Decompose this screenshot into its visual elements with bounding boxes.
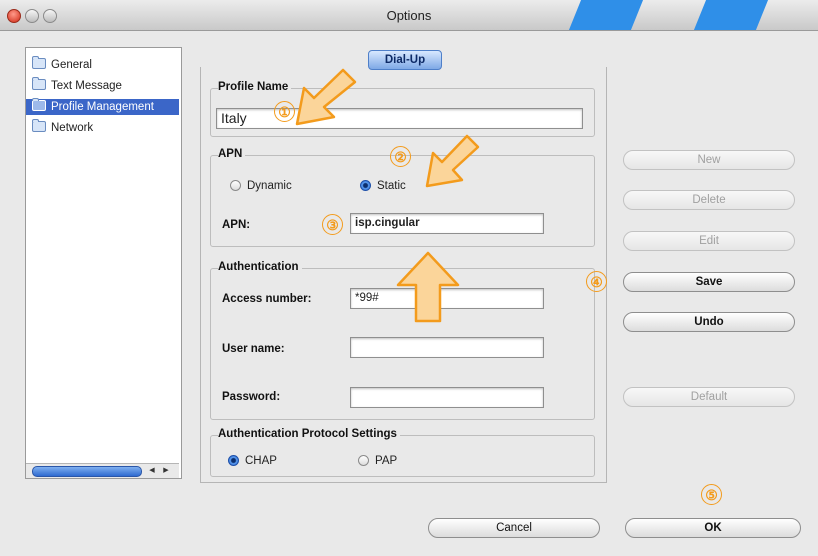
- radio-on-icon: [228, 455, 239, 466]
- edit-button[interactable]: Edit: [623, 231, 795, 251]
- sidebar-item-general[interactable]: General: [26, 56, 179, 73]
- protocol-group-label: Authentication Protocol Settings: [218, 428, 400, 440]
- user-name-label: User name:: [222, 343, 285, 355]
- scroll-right-arrow-icon[interactable]: ▶: [161, 465, 171, 476]
- annotation-marker-2: ②: [390, 146, 411, 167]
- folder-icon: [32, 77, 46, 90]
- annotation-marker-5: ⑤: [701, 484, 722, 505]
- sidebar-item-label: Text Message: [51, 80, 122, 92]
- pap-radio[interactable]: PAP: [358, 455, 397, 467]
- access-number-label: Access number:: [222, 293, 312, 305]
- profile-name-input[interactable]: Italy: [216, 108, 583, 129]
- title-bar: Options: [0, 0, 818, 31]
- chap-radio[interactable]: CHAP: [228, 455, 277, 467]
- title-stripe-decoration: [693, 0, 769, 30]
- tab-dial-up[interactable]: Dial-Up: [368, 50, 442, 70]
- folder-icon: [32, 119, 46, 132]
- password-label: Password:: [222, 391, 281, 403]
- annotation-arrow-icon: [425, 134, 480, 188]
- options-window: Options General Text Message Profile Man…: [0, 0, 818, 556]
- sidebar-item-network[interactable]: Network: [26, 119, 179, 136]
- default-button[interactable]: Default: [623, 387, 795, 407]
- folder-icon: [32, 56, 46, 69]
- scrollbar-thumb[interactable]: [32, 466, 142, 477]
- ok-button[interactable]: OK: [625, 518, 801, 538]
- undo-button[interactable]: Undo: [623, 312, 795, 332]
- annotation-arrow-icon: [396, 251, 460, 323]
- radio-label: Static: [377, 180, 406, 192]
- new-button[interactable]: New: [623, 150, 795, 170]
- title-stripe-decoration: [568, 0, 644, 30]
- cancel-button[interactable]: Cancel: [428, 518, 600, 538]
- delete-button[interactable]: Delete: [623, 190, 795, 210]
- apn-input[interactable]: isp.cingular: [350, 213, 544, 234]
- sidebar-item-label: Profile Management: [51, 101, 154, 113]
- apn-field-label: APN:: [222, 219, 251, 231]
- annotation-marker-4: ④: [586, 271, 607, 292]
- apn-static-radio[interactable]: Static: [360, 180, 406, 192]
- radio-label: CHAP: [245, 455, 277, 467]
- folder-icon: [32, 98, 46, 111]
- authentication-group-label: Authentication: [218, 261, 302, 273]
- apn-group-label: APN: [218, 148, 246, 160]
- user-name-input[interactable]: [350, 337, 544, 358]
- window-title: Options: [386, 8, 432, 23]
- radio-label: PAP: [375, 455, 398, 467]
- radio-off-icon: [358, 455, 369, 466]
- sidebar-horizontal-scrollbar[interactable]: ◀ ▶: [26, 463, 179, 478]
- sidebar-item-label: Network: [51, 122, 94, 134]
- sidebar-item-label: General: [51, 59, 92, 71]
- sidebar-item-text-message[interactable]: Text Message: [26, 77, 179, 94]
- password-input[interactable]: [350, 387, 544, 408]
- radio-off-icon: [230, 180, 241, 191]
- profile-name-label: Profile Name: [218, 81, 292, 93]
- radio-label: Dynamic: [247, 180, 292, 192]
- radio-on-icon: [360, 180, 371, 191]
- sidebar-item-profile-management[interactable]: Profile Management: [26, 98, 179, 115]
- annotation-marker-3: ③: [322, 214, 343, 235]
- scroll-left-arrow-icon[interactable]: ◀: [147, 465, 157, 476]
- settings-sidebar: General Text Message Profile Management …: [25, 47, 182, 479]
- annotation-arrow-icon: [295, 68, 357, 126]
- save-button[interactable]: Save: [623, 272, 795, 292]
- apn-dynamic-radio[interactable]: Dynamic: [230, 180, 292, 192]
